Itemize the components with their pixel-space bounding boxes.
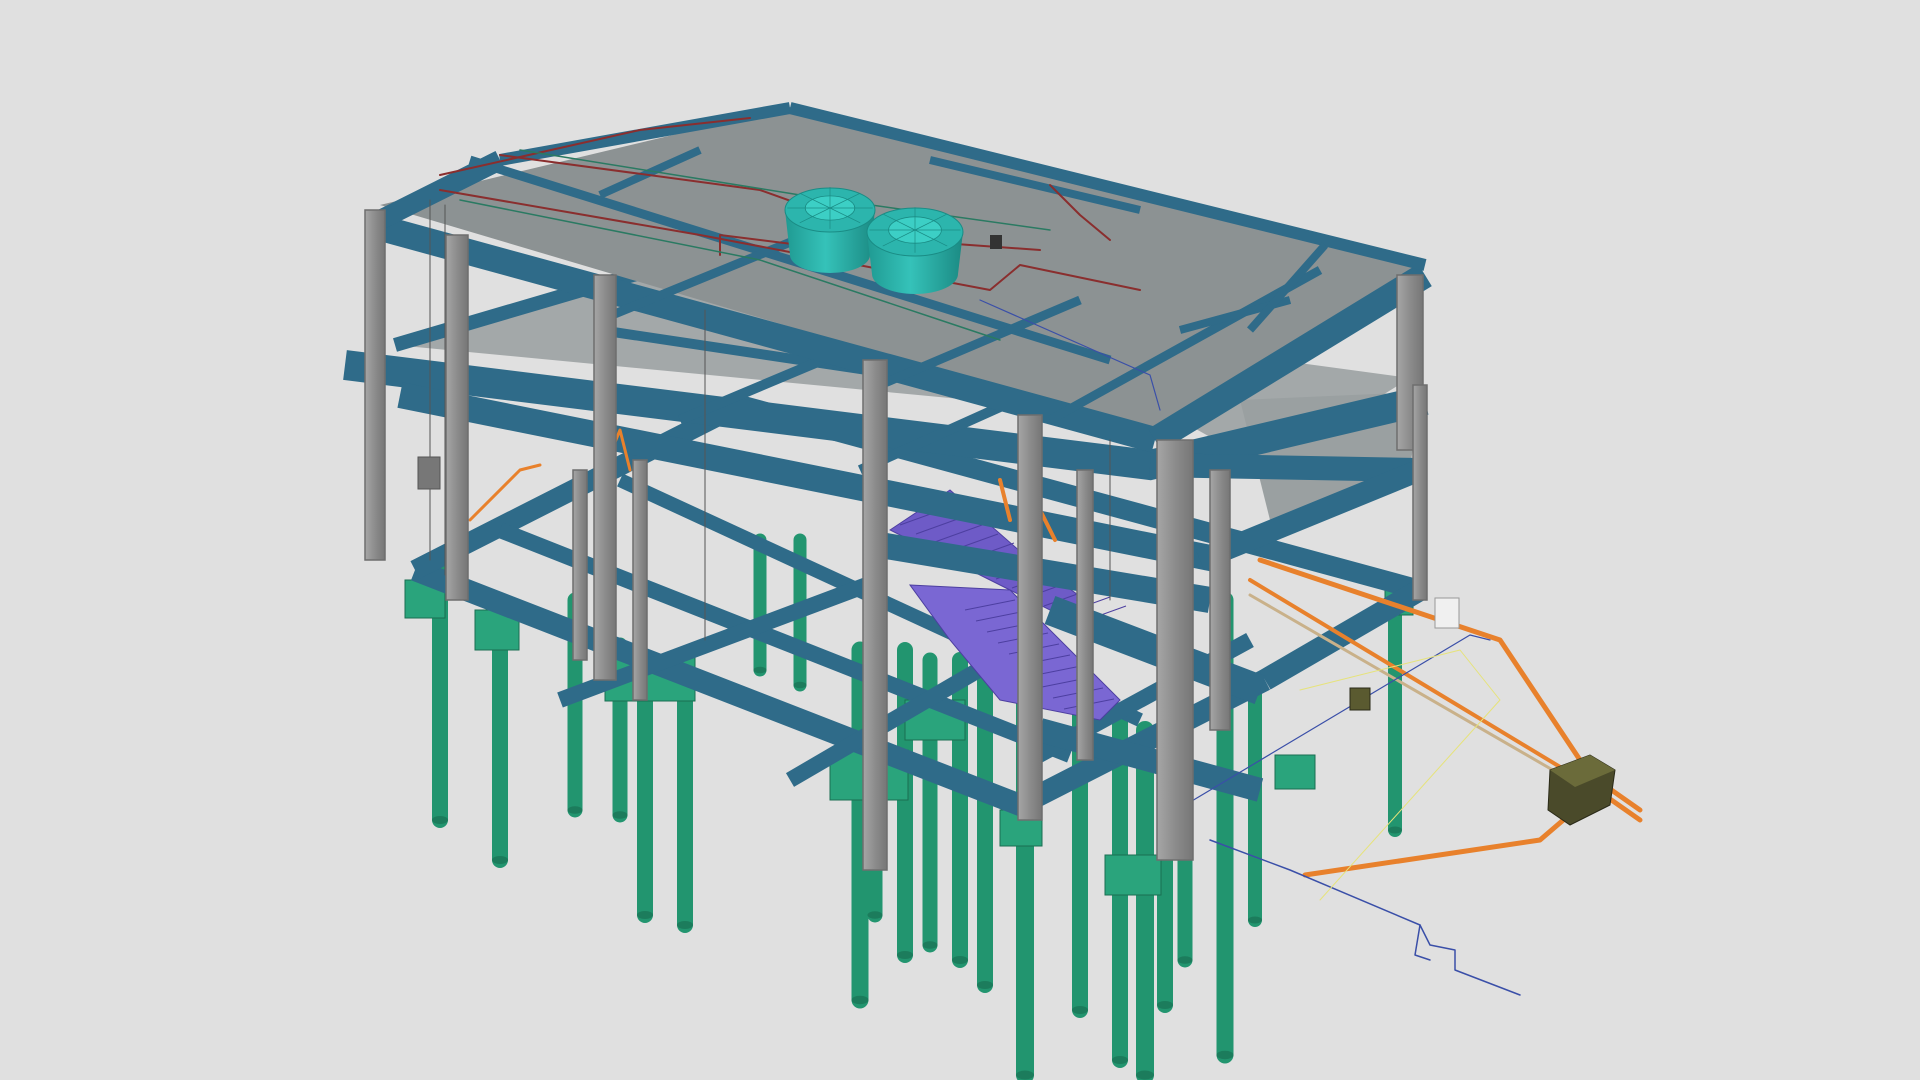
model-viewport[interactable] [0, 0, 1920, 1080]
structural-column [572, 469, 588, 661]
structural-column [593, 274, 617, 681]
meter-box-icon [1434, 597, 1460, 629]
pile-tip [432, 816, 448, 824]
pile-tip [851, 995, 869, 1005]
electrical-panel-body [417, 456, 441, 490]
sewer-pipe-branch-2 [1302, 807, 1578, 878]
pile-cap [1104, 854, 1162, 896]
structural-column [1156, 439, 1194, 861]
structural-column [1017, 414, 1043, 821]
pile-tip [1157, 1001, 1173, 1009]
pile-tip [952, 956, 968, 964]
water-tank-icon[interactable] [866, 207, 964, 294]
meter-box-body [1434, 597, 1460, 629]
pile-tip [1248, 916, 1262, 924]
inspection-box-icon [1349, 687, 1371, 711]
structural-column [1076, 469, 1094, 761]
pile-tip [1136, 1070, 1154, 1080]
pile-tip [612, 811, 628, 819]
roof-valve [990, 235, 1002, 249]
drain-pipe-parallel [1248, 593, 1572, 782]
pile-tip [922, 941, 938, 949]
structural-column [445, 234, 469, 601]
pile-tip [1216, 1050, 1234, 1060]
pile-tip [793, 681, 807, 689]
water-tank-icon[interactable] [784, 187, 876, 273]
pile-tip [1112, 1056, 1128, 1064]
pile-tip [1072, 1006, 1088, 1014]
small-inspection-box [1349, 687, 1371, 711]
pile-tip [492, 856, 508, 864]
structural-column [1412, 384, 1428, 601]
bim-structure-model[interactable] [0, 0, 1920, 1080]
pile-tip [977, 981, 993, 989]
pile-cap [1274, 754, 1316, 790]
structural-column [632, 459, 648, 701]
pile-tip [1016, 1070, 1034, 1080]
structural-column [1209, 469, 1231, 731]
pile-tip [677, 921, 693, 929]
pile-tip [867, 911, 883, 919]
pile-tip [1388, 826, 1402, 834]
electrical-panel-icon [417, 456, 441, 490]
pile-tip [1177, 956, 1193, 964]
structural-column [862, 359, 888, 871]
pile-tip [753, 666, 767, 674]
structural-column [364, 209, 386, 561]
pile-tip [567, 806, 583, 814]
pile-tip [897, 951, 913, 959]
pile-tip [637, 911, 653, 919]
